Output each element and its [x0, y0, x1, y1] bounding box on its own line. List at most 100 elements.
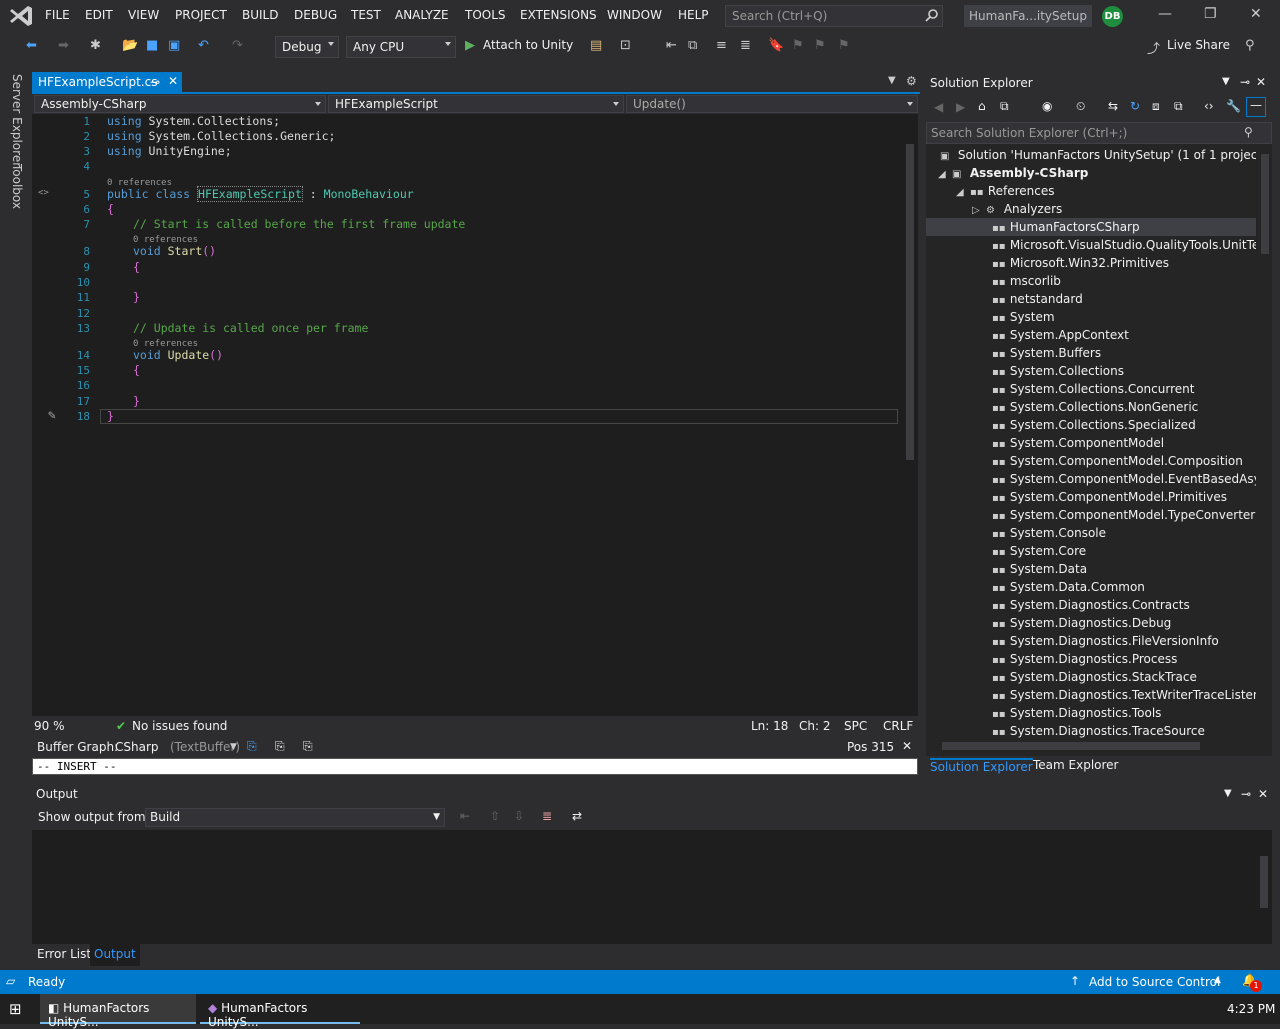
browser-icon[interactable]: ⊡ [620, 38, 631, 53]
tree-reference-item[interactable]: ▪▪ System.ComponentModel.EventBasedAsync [926, 470, 1256, 488]
member-dropdown[interactable]: Update() [626, 95, 918, 113]
scroll-thumb[interactable] [1261, 154, 1269, 254]
scroll-thumb[interactable] [906, 144, 914, 460]
new-project-icon[interactable]: ✱ [90, 38, 101, 53]
uncomment-icon[interactable]: ≣ [740, 38, 751, 53]
show-all-files-icon[interactable]: ⧉ [1174, 99, 1183, 114]
tree-reference-item[interactable]: ▪▪ netstandard [926, 290, 1256, 308]
tree-reference-item[interactable]: ▪▪ System.Diagnostics.FileVersionInfo [926, 632, 1256, 650]
restore-icon[interactable]: ❐ [1204, 6, 1217, 22]
back-icon[interactable]: ◀ [934, 100, 943, 114]
live-share-icon[interactable]: ⤴ [1147, 38, 1160, 57]
scroll-thumb[interactable] [1260, 856, 1268, 908]
taskbar-app-vs[interactable]: ◆ HumanFactors UnityS... [200, 994, 360, 1029]
tree-reference-item[interactable]: ▪▪ System.Console [926, 524, 1256, 542]
menu-tools[interactable]: TOOLS [465, 8, 506, 22]
buffer-graph-icon-2[interactable]: ⎘ [275, 739, 285, 754]
open-folder-icon[interactable]: 📂 [122, 38, 138, 53]
tab-solution-explorer[interactable]: Solution Explorer [930, 758, 1033, 774]
collapse-icon[interactable]: ▷ [972, 205, 986, 216]
menu-file[interactable]: FILE [45, 8, 70, 22]
toolbox-tab[interactable]: Toolbox [10, 164, 24, 209]
output-scrollbar[interactable] [1256, 830, 1272, 930]
pin-icon[interactable]: ⊸ [1240, 75, 1250, 89]
server-explorer-tab[interactable]: Server Explorer [10, 74, 24, 167]
bookmark-prev-icon[interactable]: ⚑ [792, 38, 804, 53]
bookmark-clear-icon[interactable]: ⚑ [838, 38, 850, 53]
folder-icon[interactable]: ▤ [590, 38, 602, 53]
tree-reference-item[interactable]: ▪▪ System.Data.Common [926, 578, 1256, 596]
tree-reference-item[interactable]: ▪▪ System.Collections.Concurrent [926, 380, 1256, 398]
switch-views-icon[interactable]: ⧉ [1000, 99, 1009, 114]
copy-icon[interactable]: ⧉ [688, 38, 697, 53]
method-name[interactable]: Start [161, 244, 203, 258]
windows-start-icon[interactable]: ⊞ [9, 1000, 22, 1018]
editor-scrollbar[interactable] [902, 114, 918, 716]
find-next-icon[interactable]: ⇩ [514, 809, 524, 823]
tree-reference-item[interactable]: ▪▪ System.Diagnostics.TextWriterTraceLis… [926, 686, 1256, 704]
paintbrush-icon[interactable]: ✎ [48, 408, 56, 423]
refresh-icon[interactable]: ↻ [1130, 99, 1140, 113]
tree-reference-item[interactable]: ▪▪ Microsoft.VisualStudio.QualityTools.U… [926, 236, 1256, 254]
forward-icon[interactable]: ➡ [58, 38, 69, 53]
tree-reference-item[interactable]: ▪▪ System.Data [926, 560, 1256, 578]
output-source-select[interactable]: Build ▼ [145, 808, 445, 827]
forward-icon[interactable]: ▶ [956, 100, 965, 114]
buffer-graph-icon[interactable]: ⎘ [247, 739, 257, 754]
chevron-down-icon[interactable]: ▼ [1224, 788, 1232, 799]
tab-list-icon[interactable]: ▼ [888, 75, 896, 86]
buffer-graph-icon-3[interactable]: ⎘ [303, 739, 313, 754]
menu-window[interactable]: WINDOW [607, 8, 662, 22]
menu-project[interactable]: PROJECT [175, 8, 227, 22]
menu-view[interactable]: VIEW [128, 8, 159, 22]
pin-icon[interactable]: ⊸ [1241, 787, 1251, 801]
taskbar-app-unity[interactable]: ◧ HumanFactors UnityS... [40, 994, 196, 1029]
tree-reference-item[interactable]: ▪▪ System.Collections [926, 362, 1256, 380]
tree-analyzers[interactable]: ▷ ⚙ Analyzers [926, 200, 1256, 218]
column-indicator[interactable]: Ch: 2 [799, 719, 830, 733]
expand-icon[interactable]: ◢ [956, 187, 970, 198]
tab-hfexamplescript[interactable]: HFExampleScript.cs ⊸ ✕ [32, 72, 182, 94]
close-icon[interactable]: ✕ [1256, 75, 1266, 89]
tree-reference-item[interactable]: ▪▪ System.Core [926, 542, 1256, 560]
tree-reference-item[interactable]: ▪▪ System.AppContext [926, 326, 1256, 344]
configuration-select[interactable]: Debug [275, 36, 339, 58]
project-dropdown[interactable]: Assembly-CSharp [34, 95, 326, 113]
feedback-icon[interactable]: ⚲ [1245, 38, 1255, 53]
redo-icon[interactable]: ↷ [232, 38, 243, 53]
close-icon[interactable]: ✕ [902, 739, 912, 753]
scroll-thumb[interactable] [942, 742, 1200, 750]
method-name[interactable]: Update [161, 348, 210, 362]
save-all-icon[interactable]: ▣ [168, 38, 180, 53]
tree-reference-item[interactable]: ▪▪ System.ComponentModel.TypeConverter [926, 506, 1256, 524]
platform-select[interactable]: Any CPU [346, 36, 456, 58]
tree-reference-item[interactable]: ▪▪ System.Collections.Specialized [926, 416, 1256, 434]
preview-icon[interactable]: — [1246, 97, 1266, 117]
tree-references[interactable]: ◢ ▪▪ References [926, 182, 1256, 200]
tree-reference-item[interactable]: ▪▪ System.Diagnostics.Debug [926, 614, 1256, 632]
whitespace-indicator[interactable]: SPC [844, 719, 867, 733]
tree-reference-item[interactable]: ▪▪ System.Diagnostics.Tools [926, 704, 1256, 722]
tree-reference-item[interactable]: ▪▪ System.Diagnostics.Process [926, 650, 1256, 668]
class-name[interactable]: HFExampleScript [197, 186, 303, 202]
filter-icon[interactable]: ◉ [1042, 99, 1052, 113]
menu-extensions[interactable]: EXTENSIONS [520, 8, 597, 22]
menu-debug[interactable]: DEBUG [294, 8, 337, 22]
back-icon[interactable]: ⬅ [26, 38, 37, 53]
class-dropdown[interactable]: HFExampleScript [328, 95, 624, 113]
buffer-graph-value[interactable]: CSharp [115, 740, 159, 754]
tab-error-list[interactable]: Error List [37, 947, 91, 961]
base-class-name[interactable]: MonoBehaviour [324, 187, 414, 201]
home-icon[interactable]: ⌂ [978, 99, 986, 113]
menu-edit[interactable]: EDIT [85, 8, 113, 22]
tree-reference-item[interactable]: ▪▪ System.ComponentModel.Primitives [926, 488, 1256, 506]
close-icon[interactable]: ✕ [1250, 6, 1262, 22]
minimize-icon[interactable]: — [1158, 6, 1172, 22]
word-wrap-icon[interactable]: ⇄ [572, 809, 582, 823]
chevron-up-icon[interactable]: ▲ [1214, 975, 1221, 985]
tree-reference-item[interactable]: ▪▪ System.Buffers [926, 344, 1256, 362]
tree-solution[interactable]: ▣ Solution 'HumanFactors UnitySetup' (1 … [926, 146, 1256, 164]
bookmark-next-icon[interactable]: ⚑ [814, 38, 826, 53]
pin-icon[interactable]: ⊸ [150, 75, 160, 89]
menu-analyze[interactable]: ANALYZE [395, 8, 449, 22]
